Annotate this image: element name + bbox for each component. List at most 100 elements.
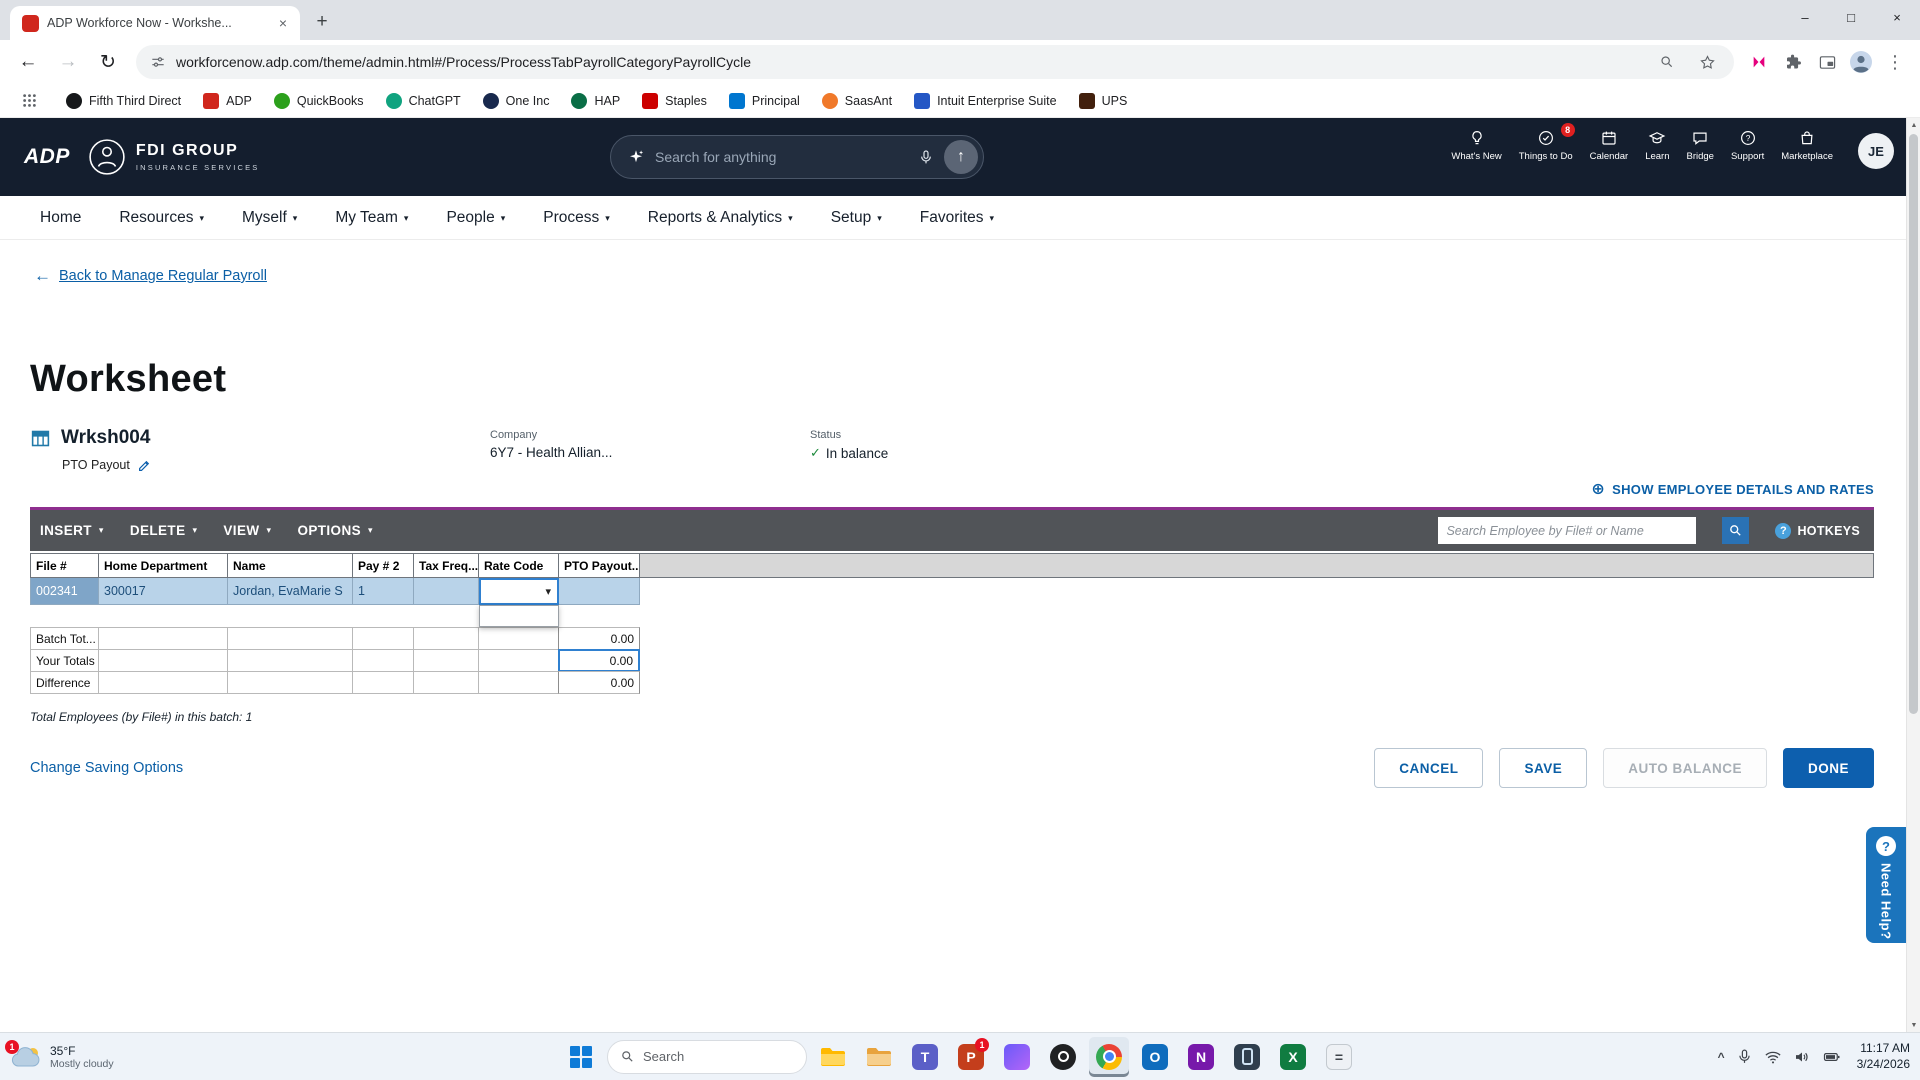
window-close-button[interactable]: × bbox=[1874, 0, 1920, 34]
auto-balance-button[interactable]: AUTO BALANCE bbox=[1603, 748, 1767, 788]
column-header-pto-payout[interactable]: PTO Payout... bbox=[558, 553, 640, 578]
weather-widget[interactable]: 1 35°F Mostly cloudy bbox=[5, 1039, 114, 1070]
view-menu-button[interactable]: VIEW ▾ bbox=[223, 523, 271, 538]
bridge-button[interactable]: Bridge bbox=[1687, 129, 1714, 162]
page-scrollbar[interactable]: ▲ ▼ bbox=[1906, 118, 1920, 1032]
chatgpt-icon[interactable] bbox=[1043, 1037, 1083, 1077]
window-minimize-button[interactable]: – bbox=[1782, 0, 1828, 34]
extensions-puzzle-icon[interactable] bbox=[1778, 47, 1808, 77]
rate-code-dropdown-panel[interactable] bbox=[479, 605, 559, 627]
employee-row[interactable]: 002341 300017 Jordan, EvaMarie S 1 ▾ bbox=[30, 578, 1874, 627]
bookmark-ups[interactable]: UPS bbox=[1078, 92, 1127, 109]
nav-resources[interactable]: Resources ▾ bbox=[119, 209, 204, 227]
onenote-icon[interactable]: N bbox=[1181, 1037, 1221, 1077]
column-header-name[interactable]: Name bbox=[227, 553, 352, 578]
bookmark-chatgpt[interactable]: ChatGPT bbox=[385, 92, 461, 109]
outlook-icon[interactable]: O bbox=[1135, 1037, 1175, 1077]
support-button[interactable]: ? Support bbox=[1731, 129, 1764, 162]
bookmark-one-inc[interactable]: One Inc bbox=[482, 92, 549, 109]
column-header-home-department[interactable]: Home Department bbox=[98, 553, 227, 578]
url-text[interactable]: workforcenow.adp.com/theme/admin.html#/P… bbox=[176, 54, 1642, 70]
employee-search-button[interactable] bbox=[1722, 517, 1750, 544]
nav-favorites[interactable]: Favorites ▾ bbox=[920, 209, 994, 227]
marketplace-button[interactable]: Marketplace bbox=[1781, 129, 1833, 162]
start-button[interactable] bbox=[561, 1037, 601, 1077]
bookmark-hap[interactable]: HAP bbox=[571, 92, 620, 109]
window-maximize-button[interactable]: □ bbox=[1828, 0, 1874, 34]
bookmark-star-icon[interactable] bbox=[1692, 47, 1722, 77]
nav-myself[interactable]: Myself ▾ bbox=[242, 209, 297, 227]
bookmark-staples[interactable]: Staples bbox=[642, 92, 707, 109]
column-header-pay-2[interactable]: Pay # 2 bbox=[352, 553, 413, 578]
browser-menu-icon[interactable]: ⋮ bbox=[1880, 47, 1910, 77]
cell-pto-payout[interactable] bbox=[558, 578, 640, 605]
side-panel-icon[interactable] bbox=[1812, 47, 1842, 77]
search-submit-button[interactable]: ↑ bbox=[944, 140, 978, 174]
pinned-extension-icon[interactable] bbox=[1744, 47, 1774, 77]
bookmark-intuit-enterprise-suite[interactable]: Intuit Enterprise Suite bbox=[914, 92, 1057, 109]
designer-icon[interactable] bbox=[997, 1037, 1037, 1077]
nav-home[interactable]: Home bbox=[40, 209, 81, 227]
wifi-icon[interactable] bbox=[1764, 1048, 1782, 1066]
cancel-button[interactable]: CANCEL bbox=[1374, 748, 1484, 788]
column-header-file[interactable]: File # bbox=[30, 553, 98, 578]
scrollbar-thumb[interactable] bbox=[1909, 134, 1918, 714]
calculator-icon[interactable]: = bbox=[1319, 1037, 1359, 1077]
powerpoint-icon[interactable]: P 1 bbox=[951, 1037, 991, 1077]
bookmark-adp[interactable]: ADP bbox=[203, 92, 252, 109]
global-search-input[interactable] bbox=[655, 149, 908, 165]
taskbar-clock[interactable]: 11:17 AM 3/24/2026 bbox=[1857, 1041, 1910, 1072]
phone-link-icon[interactable] bbox=[1227, 1037, 1267, 1077]
cell-home-department[interactable]: 300017 bbox=[98, 578, 227, 605]
employee-search-input[interactable] bbox=[1438, 517, 1697, 544]
folder-icon[interactable] bbox=[859, 1037, 899, 1077]
browser-tab[interactable]: ADP Workforce Now - Workshe... × bbox=[10, 6, 300, 40]
back-button[interactable]: ← bbox=[10, 44, 46, 80]
calendar-button[interactable]: Calendar bbox=[1590, 129, 1628, 162]
battery-icon[interactable] bbox=[1822, 1048, 1842, 1066]
things-to-do-button[interactable]: 8 Things to Do bbox=[1519, 123, 1575, 162]
site-settings-icon[interactable] bbox=[150, 54, 166, 70]
insert-menu-button[interactable]: INSERT ▾ bbox=[40, 523, 104, 538]
nav-process[interactable]: Process ▾ bbox=[543, 209, 610, 227]
global-search[interactable]: ↑ bbox=[610, 135, 984, 179]
change-saving-options-link[interactable]: Change Saving Options bbox=[30, 760, 183, 776]
cell-rate-code[interactable]: ▾ bbox=[478, 578, 559, 627]
bookmark-principal[interactable]: Principal bbox=[728, 92, 800, 109]
learn-button[interactable]: Learn bbox=[1645, 129, 1670, 162]
address-bar[interactable]: workforcenow.adp.com/theme/admin.html#/P… bbox=[136, 45, 1734, 79]
new-tab-button[interactable]: + bbox=[308, 8, 336, 36]
teams-icon[interactable]: T bbox=[905, 1037, 945, 1077]
scroll-down-arrow[interactable]: ▼ bbox=[1907, 1018, 1920, 1032]
rate-code-select[interactable]: ▾ bbox=[479, 578, 559, 605]
cell-tax-freq[interactable] bbox=[413, 578, 478, 605]
cell-file-number[interactable]: 002341 bbox=[30, 578, 98, 605]
adp-logo[interactable]: ADP bbox=[24, 145, 70, 169]
excel-icon[interactable]: X bbox=[1273, 1037, 1313, 1077]
tab-close-icon[interactable]: × bbox=[274, 14, 292, 32]
show-employee-details-link[interactable]: ⊕ SHOW EMPLOYEE DETAILS AND RATES bbox=[0, 479, 1874, 499]
save-button[interactable]: SAVE bbox=[1499, 748, 1588, 788]
delete-menu-button[interactable]: DELETE ▾ bbox=[130, 523, 198, 538]
chrome-icon[interactable] bbox=[1089, 1036, 1129, 1077]
cell-employee-name[interactable]: Jordan, EvaMarie S bbox=[227, 578, 352, 605]
done-button[interactable]: DONE bbox=[1782, 748, 1874, 788]
nav-setup[interactable]: Setup ▾ bbox=[831, 209, 882, 227]
zoom-indicator-icon[interactable] bbox=[1652, 47, 1682, 77]
cell-pay-2[interactable]: 1 bbox=[352, 578, 413, 605]
back-to-payroll-link[interactable]: ← Back to Manage Regular Payroll bbox=[34, 266, 267, 286]
volume-icon[interactable] bbox=[1793, 1048, 1811, 1066]
mic-tray-icon[interactable] bbox=[1736, 1048, 1753, 1065]
mic-icon[interactable] bbox=[918, 149, 934, 165]
bookmark-saasant[interactable]: SaasAnt bbox=[821, 92, 892, 109]
hotkeys-link[interactable]: ? HOTKEYS bbox=[1775, 522, 1860, 539]
scroll-up-arrow[interactable]: ▲ bbox=[1907, 118, 1920, 132]
your-total-value[interactable]: 0.00 bbox=[558, 649, 640, 672]
bookmark-quickbooks[interactable]: QuickBooks bbox=[273, 92, 364, 109]
taskbar-search[interactable]: Search bbox=[607, 1039, 807, 1074]
tray-expand-icon[interactable]: ^ bbox=[1718, 1050, 1725, 1064]
apps-grid-icon[interactable] bbox=[14, 86, 44, 116]
user-avatar[interactable]: JE bbox=[1858, 133, 1894, 169]
options-menu-button[interactable]: OPTIONS ▾ bbox=[297, 523, 372, 538]
whats-new-button[interactable]: What's New bbox=[1451, 129, 1502, 162]
